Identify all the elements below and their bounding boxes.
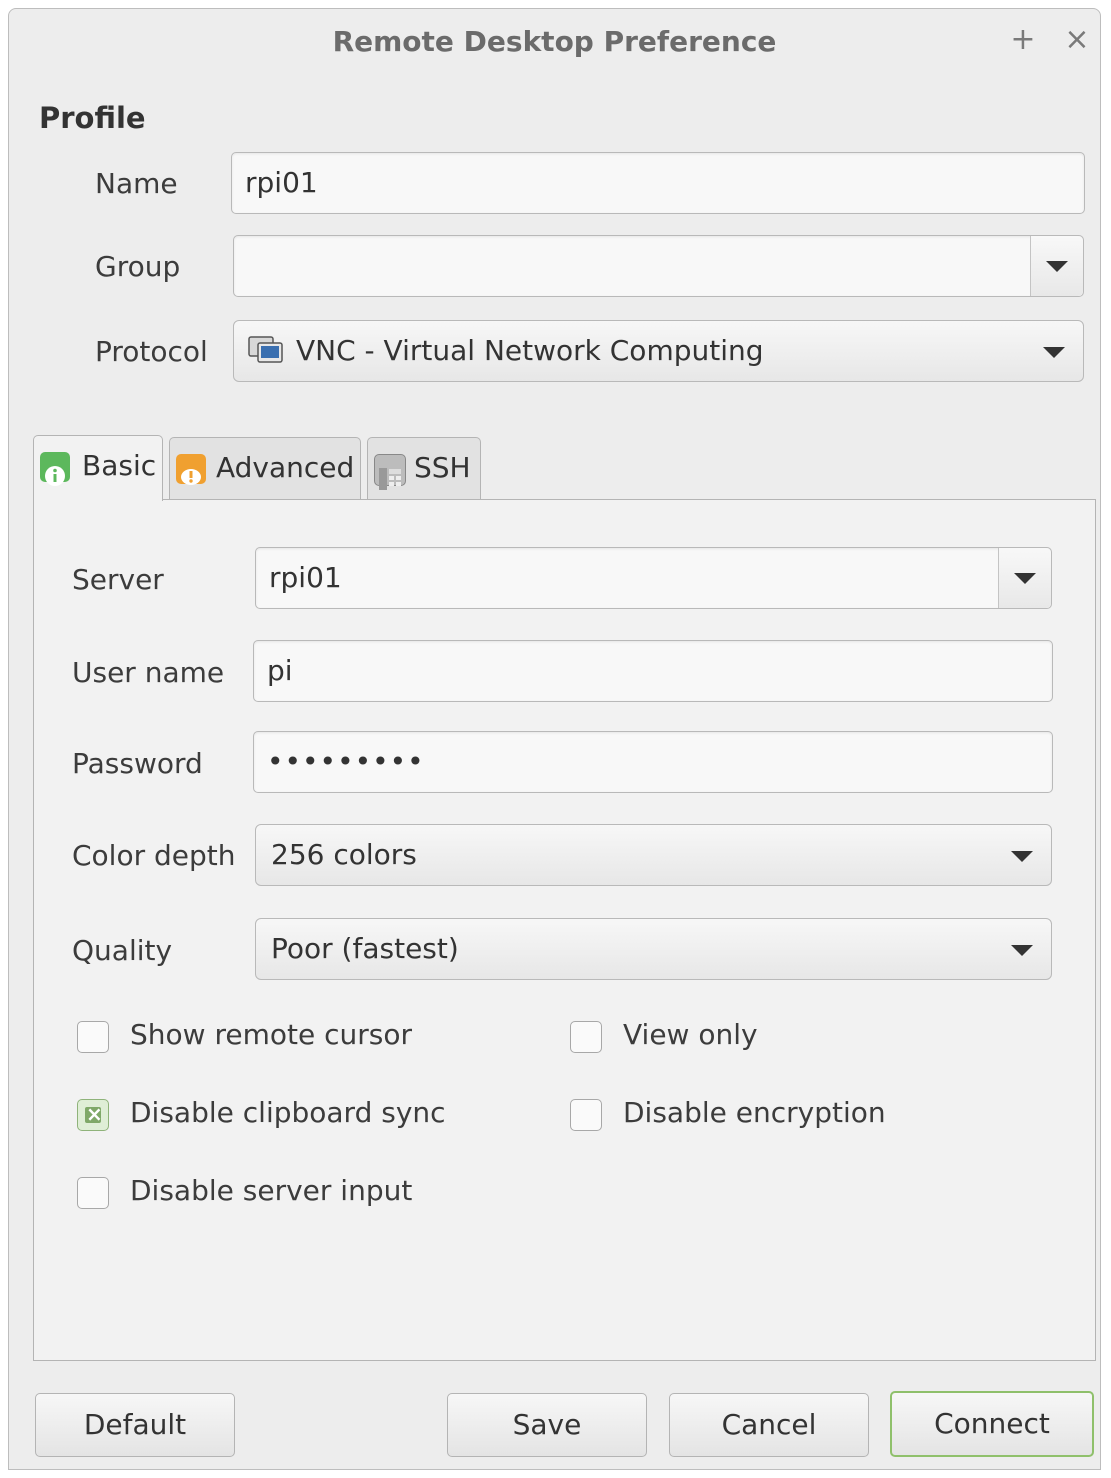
info-icon xyxy=(40,452,70,486)
close-icon[interactable]: × xyxy=(1060,23,1094,57)
save-button[interactable]: Save xyxy=(447,1393,647,1457)
quality-value: Poor (fastest) xyxy=(271,932,459,965)
connect-button[interactable]: Connect xyxy=(890,1391,1094,1457)
pin-icon[interactable]: + xyxy=(1006,23,1040,57)
protocol-combo[interactable]: VNC - Virtual Network Computing xyxy=(233,320,1084,382)
disable-encryption-label[interactable]: Disable encryption xyxy=(623,1096,886,1129)
server-label: Server xyxy=(72,563,164,596)
server-combo[interactable]: rpi01 xyxy=(255,547,1052,609)
username-input[interactable]: pi xyxy=(253,640,1053,702)
quality-combo[interactable]: Poor (fastest) xyxy=(255,918,1052,980)
protocol-value: VNC - Virtual Network Computing xyxy=(296,334,764,367)
tab-ssh[interactable]: SSH xyxy=(367,437,481,501)
disable-encryption-checkbox[interactable] xyxy=(570,1099,602,1131)
title-bar[interactable]: Remote Desktop Preference + × xyxy=(9,9,1100,71)
tab-ssh-label: SSH xyxy=(414,451,471,484)
password-label: Password xyxy=(72,747,203,780)
chevron-down-icon xyxy=(1014,573,1036,584)
server-value: rpi01 xyxy=(269,561,342,594)
username-label: User name xyxy=(72,656,225,689)
monitor-network-icon xyxy=(248,336,283,363)
show-remote-cursor-label[interactable]: Show remote cursor xyxy=(130,1018,412,1051)
password-input[interactable]: ••••••••• xyxy=(253,731,1053,793)
remote-desktop-preference-dialog: Remote Desktop Preference + × Profile Na… xyxy=(8,8,1101,1470)
name-label: Name xyxy=(95,167,178,200)
tab-basic[interactable]: Basic xyxy=(33,435,163,501)
window-title: Remote Desktop Preference xyxy=(332,25,777,58)
chevron-down-icon xyxy=(1043,347,1065,358)
disable-server-input-checkbox[interactable] xyxy=(77,1177,109,1209)
disable-clipboard-sync-checkbox[interactable] xyxy=(77,1099,109,1131)
colordepth-combo[interactable]: 256 colors xyxy=(255,824,1052,886)
warning-icon xyxy=(176,454,206,485)
quality-label: Quality xyxy=(72,934,173,967)
chevron-down-icon xyxy=(1046,261,1068,272)
default-button[interactable]: Default xyxy=(35,1393,235,1457)
chevron-down-icon xyxy=(1011,945,1033,956)
cancel-button[interactable]: Cancel xyxy=(669,1393,869,1457)
basic-tab-panel: Server rpi01 User name pi Password •••••… xyxy=(33,499,1096,1361)
name-input[interactable]: rpi01 xyxy=(231,152,1085,214)
colordepth-value: 256 colors xyxy=(271,838,417,871)
tab-advanced[interactable]: Advanced xyxy=(169,437,361,501)
view-only-label[interactable]: View only xyxy=(623,1018,758,1051)
server-dropdown-button[interactable] xyxy=(998,548,1051,608)
profile-section-title: Profile xyxy=(39,101,146,135)
chevron-down-icon xyxy=(1011,851,1033,862)
group-label: Group xyxy=(95,250,181,283)
colordepth-label: Color depth xyxy=(72,839,236,872)
disable-server-input-label[interactable]: Disable server input xyxy=(130,1174,412,1207)
view-only-checkbox[interactable] xyxy=(570,1021,602,1053)
tab-basic-label: Basic xyxy=(82,449,157,482)
terminal-icon xyxy=(374,454,406,490)
group-dropdown-button[interactable] xyxy=(1030,236,1083,296)
tab-advanced-label: Advanced xyxy=(216,451,355,484)
protocol-label: Protocol xyxy=(95,335,208,368)
show-remote-cursor-checkbox[interactable] xyxy=(77,1021,109,1053)
group-combo[interactable] xyxy=(233,235,1084,297)
disable-clipboard-sync-label[interactable]: Disable clipboard sync xyxy=(130,1096,446,1129)
